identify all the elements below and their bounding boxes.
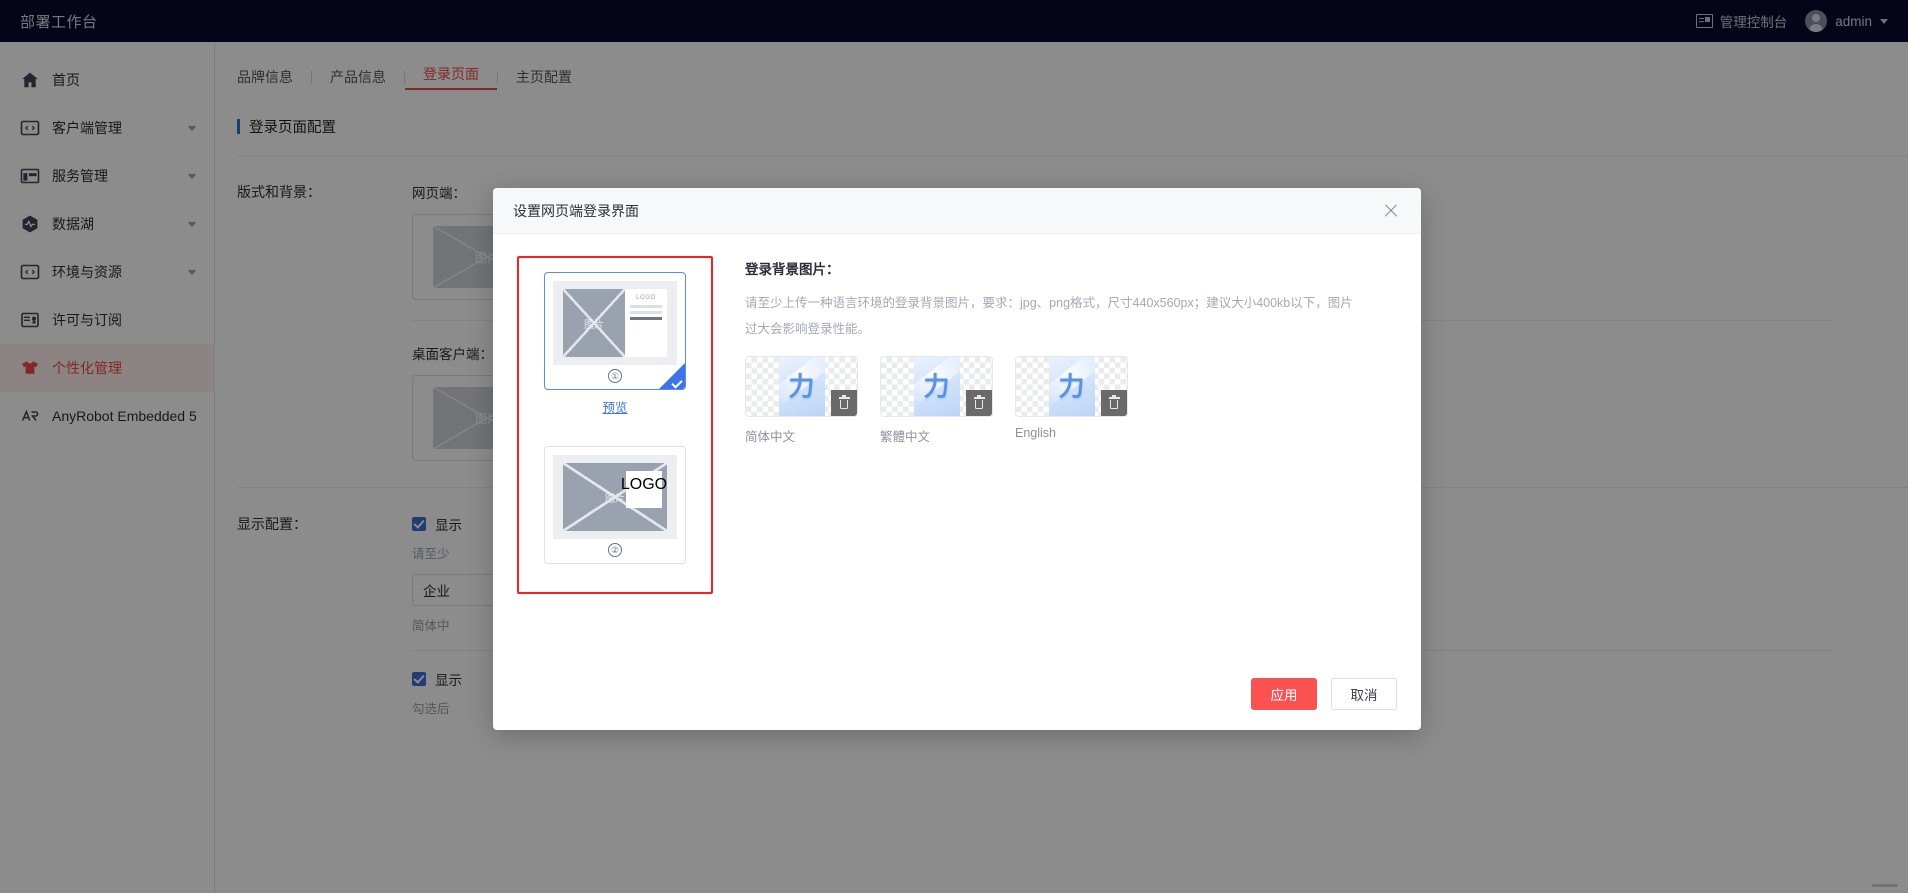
trash-icon (838, 395, 850, 409)
apply-button[interactable]: 应用 (1251, 678, 1317, 710)
background-image-thumbnail: 力 (1048, 357, 1095, 416)
dialog-body: 图片 LOGO ① 预览 图片 LOGO ② 登录背景图片： 请至少上传一种语言… (493, 234, 1421, 658)
layout-number-2: ② (553, 543, 677, 557)
background-image-preview-zh-cn[interactable]: 力 (745, 356, 858, 417)
background-image-preview-zh-tw[interactable]: 力 (880, 356, 993, 417)
background-image-section: 登录背景图片： 请至少上传一种语言环境的登录背景图片，要求：jpg、png格式，… (745, 256, 1397, 658)
background-image-preview-en[interactable]: 力 (1015, 356, 1128, 417)
mock-field-bar (630, 311, 662, 314)
dialog-title: 设置网页端登录界面 (513, 202, 639, 219)
trash-icon (973, 395, 985, 409)
mock-login-card: LOGO (621, 471, 667, 508)
dialog-footer: 应用 取消 (493, 658, 1421, 730)
mock-field-bar (630, 305, 662, 308)
background-image-glyph: 力 (788, 372, 815, 402)
background-image-caption: English (1015, 426, 1056, 440)
mock-image-area: 图片 (563, 289, 625, 357)
layout-thumbnail-1[interactable]: 图片 LOGO ① (544, 272, 686, 390)
layout-number-badge: ② (608, 543, 622, 557)
mock-logo-label: LOGO (636, 295, 656, 301)
background-image-caption: 繁體中文 (880, 430, 931, 444)
cancel-button[interactable]: 取消 (1331, 678, 1397, 710)
background-image-glyph: 力 (923, 372, 950, 402)
mock-image-label: 图片 (584, 319, 604, 331)
layout-number-badge: ① (608, 369, 622, 383)
background-image-item: 力 繁體中文 (880, 356, 993, 445)
background-image-caption: 简体中文 (745, 430, 796, 444)
delete-background-image-button[interactable] (831, 390, 857, 416)
layout-thumbnail-1-canvas: 图片 LOGO (553, 281, 677, 365)
layout-option-1[interactable]: 图片 LOGO ① 预览 (544, 272, 686, 416)
background-image-item: 力 简体中文 (745, 356, 858, 445)
layout-mock-split: 图片 LOGO (563, 289, 667, 357)
trash-icon (1108, 395, 1120, 409)
login-ui-settings-dialog: 设置网页端登录界面 图片 LOGO ① 预览 图片 LOGO ② 登录背景图片：… (493, 188, 1421, 730)
mock-submit-bar (630, 317, 662, 320)
background-image-thumbnail: 力 (778, 357, 825, 416)
delete-background-image-button[interactable] (1101, 390, 1127, 416)
background-section-heading: 登录背景图片： (745, 262, 840, 277)
layout-thumbnail-2-canvas: 图片 LOGO (553, 455, 677, 539)
background-image-item: 力 English (1015, 356, 1128, 445)
background-image-glyph: 力 (1058, 372, 1085, 402)
background-section-description: 请至少上传一种语言环境的登录背景图片，要求：jpg、png格式，尺寸440x56… (745, 296, 1353, 336)
app-root: 部署工作台 管理控制台 admin 首页 客户端管理 服务管理 数据湖 环境与资… (0, 0, 1908, 893)
layout-option-2[interactable]: 图片 LOGO ② (544, 446, 686, 564)
mock-login-card: LOGO (625, 289, 667, 357)
background-image-thumbnail: 力 (913, 357, 960, 416)
layout-thumbnail-2[interactable]: 图片 LOGO ② (544, 446, 686, 564)
delete-background-image-button[interactable] (966, 390, 992, 416)
dialog-header: 设置网页端登录界面 (493, 188, 1421, 234)
close-icon[interactable] (1381, 201, 1401, 221)
background-image-list: 力 简体中文 力 繁體中文 力 English (745, 356, 1397, 445)
layout-mock-overlay: 图片 LOGO (563, 463, 667, 531)
preview-link[interactable]: 预览 (602, 397, 627, 416)
mock-logo-label: LOGO (620, 476, 668, 493)
layout-template-selector: 图片 LOGO ① 预览 图片 LOGO ② (517, 256, 713, 594)
